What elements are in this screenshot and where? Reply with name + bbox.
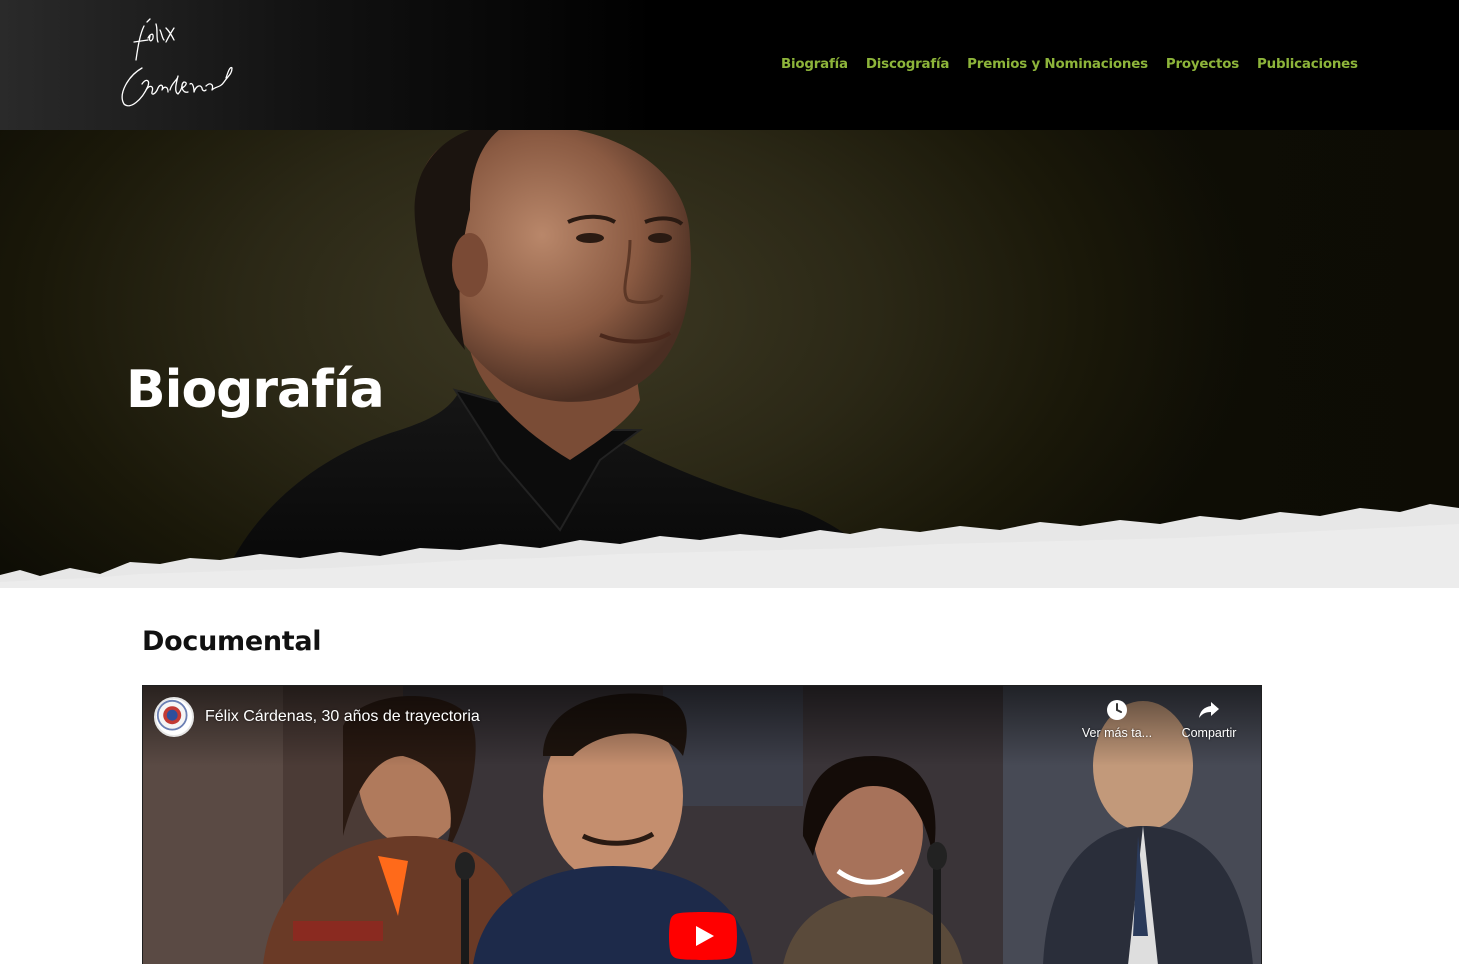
video-title[interactable]: Félix Cárdenas, 30 años de trayectoria [205,707,480,727]
clock-icon [1107,700,1127,720]
nav-proyectos[interactable]: Proyectos [1166,56,1239,74]
main-nav: Biografía Discografía Premios y Nominaci… [781,56,1376,74]
seal-icon [156,699,188,731]
share-label: Compartir [1181,726,1237,740]
watch-later-button[interactable]: Ver más ta... [1077,698,1157,740]
watch-later-label: Ver más ta... [1081,726,1153,740]
hero-title: Biografía [126,360,385,420]
site-header: Biografía Discografía Premios y Nominaci… [0,0,1459,130]
section-title-documental: Documental [142,626,322,657]
signature-logo[interactable] [112,16,240,116]
youtube-play-icon[interactable] [669,912,737,960]
nav-discografia[interactable]: Discografía [866,56,949,74]
nav-publicaciones[interactable]: Publicaciones [1257,56,1358,74]
channel-avatar[interactable] [154,697,194,737]
nav-premios-nominaciones[interactable]: Premios y Nominaciones [967,56,1148,74]
share-arrow-icon [1199,702,1219,718]
torn-paper-divider [0,504,1459,588]
hero-banner: Biografía [0,130,1459,588]
youtube-video-embed[interactable]: Félix Cárdenas, 30 años de trayectoria V… [142,685,1262,964]
share-button[interactable]: Compartir [1169,698,1249,740]
nav-biografia[interactable]: Biografía [781,56,848,74]
